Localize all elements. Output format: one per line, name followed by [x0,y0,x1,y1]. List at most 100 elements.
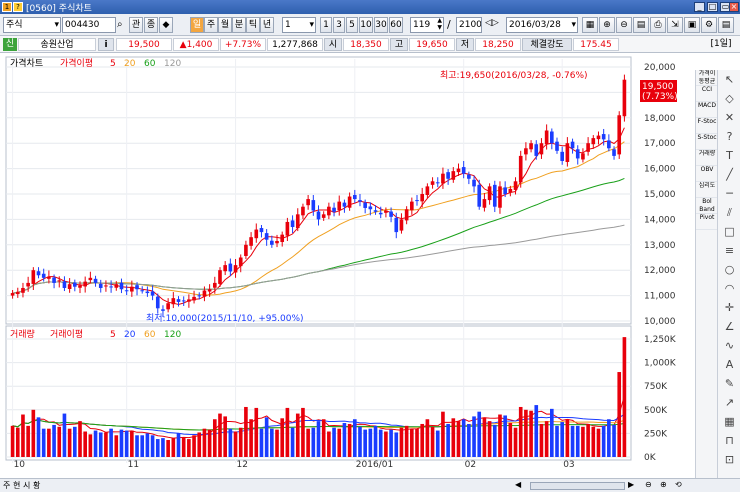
interval-select[interactable]: 1 ▾ [282,17,316,33]
zoom-in-icon[interactable]: ⊕ [660,480,667,489]
export-icon[interactable]: ⇲ [667,17,683,33]
volume-bar [67,428,72,457]
wave-icon[interactable]: ∿ [718,336,740,355]
search-icon[interactable]: ⌕ [117,19,123,30]
candle-body [441,173,445,184]
fibonacci-icon[interactable]: ≡ [718,241,740,260]
indicator-item[interactable]: MACD [696,102,718,118]
zoom-out-icon[interactable]: ⊖ [616,17,632,33]
candle-body [352,195,357,200]
strength-value: 175.45 [573,38,619,51]
lock-icon[interactable]: ⊡ [718,450,740,469]
pen-icon[interactable]: ✎ [718,374,740,393]
rectangle-icon[interactable]: □ [718,222,740,241]
indicator-item[interactable]: 가격이동평균 [696,70,718,86]
indicator-item[interactable]: OBV [696,166,718,182]
angle-icon[interactable]: ∠ [718,317,740,336]
eraser-icon[interactable]: ◇ [718,89,740,108]
line-icon[interactable]: ╱ [718,165,740,184]
minimize-icon[interactable]: _ [694,2,705,12]
change-value: ▲1,400 [173,38,219,51]
volume-bar [145,433,150,457]
indicator-item[interactable]: F-Stoc [696,118,718,134]
zoom-in-icon[interactable]: ⊕ [599,17,615,33]
market-select[interactable]: 주식 ▾ [3,17,61,33]
date-picker[interactable]: 2016/03/28 ▾ [506,17,578,33]
close-icon[interactable]: × [729,2,739,12]
arc-icon[interactable]: ◠ [718,279,740,298]
candle-body [456,168,461,173]
indicator-item[interactable]: Bol Band [696,198,718,214]
text-icon[interactable]: T [718,146,740,165]
period-month-button[interactable]: 월 [218,17,232,33]
channel-icon[interactable]: ⫽ [718,203,740,222]
help-icon[interactable]: ? [13,2,23,12]
volume-bar [88,434,93,457]
delete-icon[interactable]: ✕ [718,108,740,127]
spinner-icon[interactable]: ▲ ▼ [437,18,442,31]
scroll-right-icon[interactable]: ▶ [628,480,634,489]
candle-body [36,271,41,276]
period-tick-button[interactable]: 틱 [246,17,260,33]
watch-button[interactable]: 관 [129,17,143,33]
minute-30-button[interactable]: 30 [374,17,388,33]
status-label-1[interactable]: 주 [3,480,10,491]
volume-bar [10,425,15,457]
layout-icon[interactable]: ▤ [633,17,649,33]
indicator-item[interactable]: 심리도 [696,182,718,198]
volume-bar [202,428,207,457]
volume-bar [575,425,580,457]
stock-button[interactable]: 종 [144,17,158,33]
status-label-2[interactable]: 현 [13,480,20,491]
indicator-item[interactable]: CCI [696,86,718,102]
arrow-icon[interactable]: ↗ [718,393,740,412]
status-label-4[interactable]: 황 [33,480,40,491]
minute-1-button[interactable]: 1 [320,17,332,33]
print-icon[interactable]: ⎙ [650,17,666,33]
scroll-left-icon[interactable]: ◀ [515,480,521,489]
grid-icon[interactable]: ▦ [718,412,740,431]
maximize-icon[interactable]: □ [707,2,718,12]
period-year-button[interactable]: 년 [260,17,274,33]
chart-tool-icon[interactable]: ▦ [582,17,598,33]
indicator-item[interactable]: Pivot [696,214,718,230]
price-ma-label: 가격이평 [60,57,93,69]
minute-10-button[interactable]: 10 [359,17,373,33]
settings-icon[interactable]: ⚙ [701,17,717,33]
minute-60-button[interactable]: 60 [389,17,403,33]
count-shown-input[interactable]: 119 ▲ ▼ [410,17,444,33]
help-icon[interactable]: ? [718,127,740,146]
candle-body [430,181,435,185]
magnet-icon[interactable]: ⊓ [718,431,740,450]
lock-icon[interactable]: ▤ [718,17,734,33]
count-total-input[interactable]: 2100 [456,17,482,33]
circle-icon[interactable]: ○ [718,260,740,279]
status-label-3[interactable]: 시 [23,480,30,491]
volume-bar [36,417,41,457]
horizontal-line-icon[interactable]: ─ [718,184,740,203]
grid-icon[interactable]: ▣ [684,17,700,33]
indicator-item[interactable]: 거래량 [696,150,718,166]
period-week-button[interactable]: 주 [204,17,218,33]
auto-icon[interactable]: A [718,355,740,374]
reset-icon[interactable]: ⟲ [675,480,682,489]
scroll-arrows-icon[interactable]: ◁▷ [485,18,499,28]
info-icon[interactable]: i [98,38,114,51]
chart-scrollbar[interactable] [530,482,625,490]
candle-body [52,277,56,283]
volume-bar [498,414,502,457]
indicator-item[interactable]: S-Stoc [696,134,718,150]
price-tick-label: 15,000 [644,190,676,200]
updown-button[interactable]: ◆ [159,17,173,33]
stock-code-input[interactable]: 004430 [62,17,116,33]
volume-bar [394,432,399,457]
day-button[interactable]: 일 [190,17,204,33]
period-minute-button[interactable]: 분 [232,17,246,33]
minute-5-button[interactable]: 5 [346,17,358,33]
zoom-out-icon[interactable]: ⊖ [645,480,652,489]
cross-icon[interactable]: ✛ [718,298,740,317]
minute-3-button[interactable]: 3 [333,17,345,33]
price-volume-chart[interactable]: 20,00019,00018,00017,00016,00015,00014,0… [0,53,695,478]
cursor-icon[interactable]: ↖ [718,70,740,89]
volume-bar [487,421,492,457]
